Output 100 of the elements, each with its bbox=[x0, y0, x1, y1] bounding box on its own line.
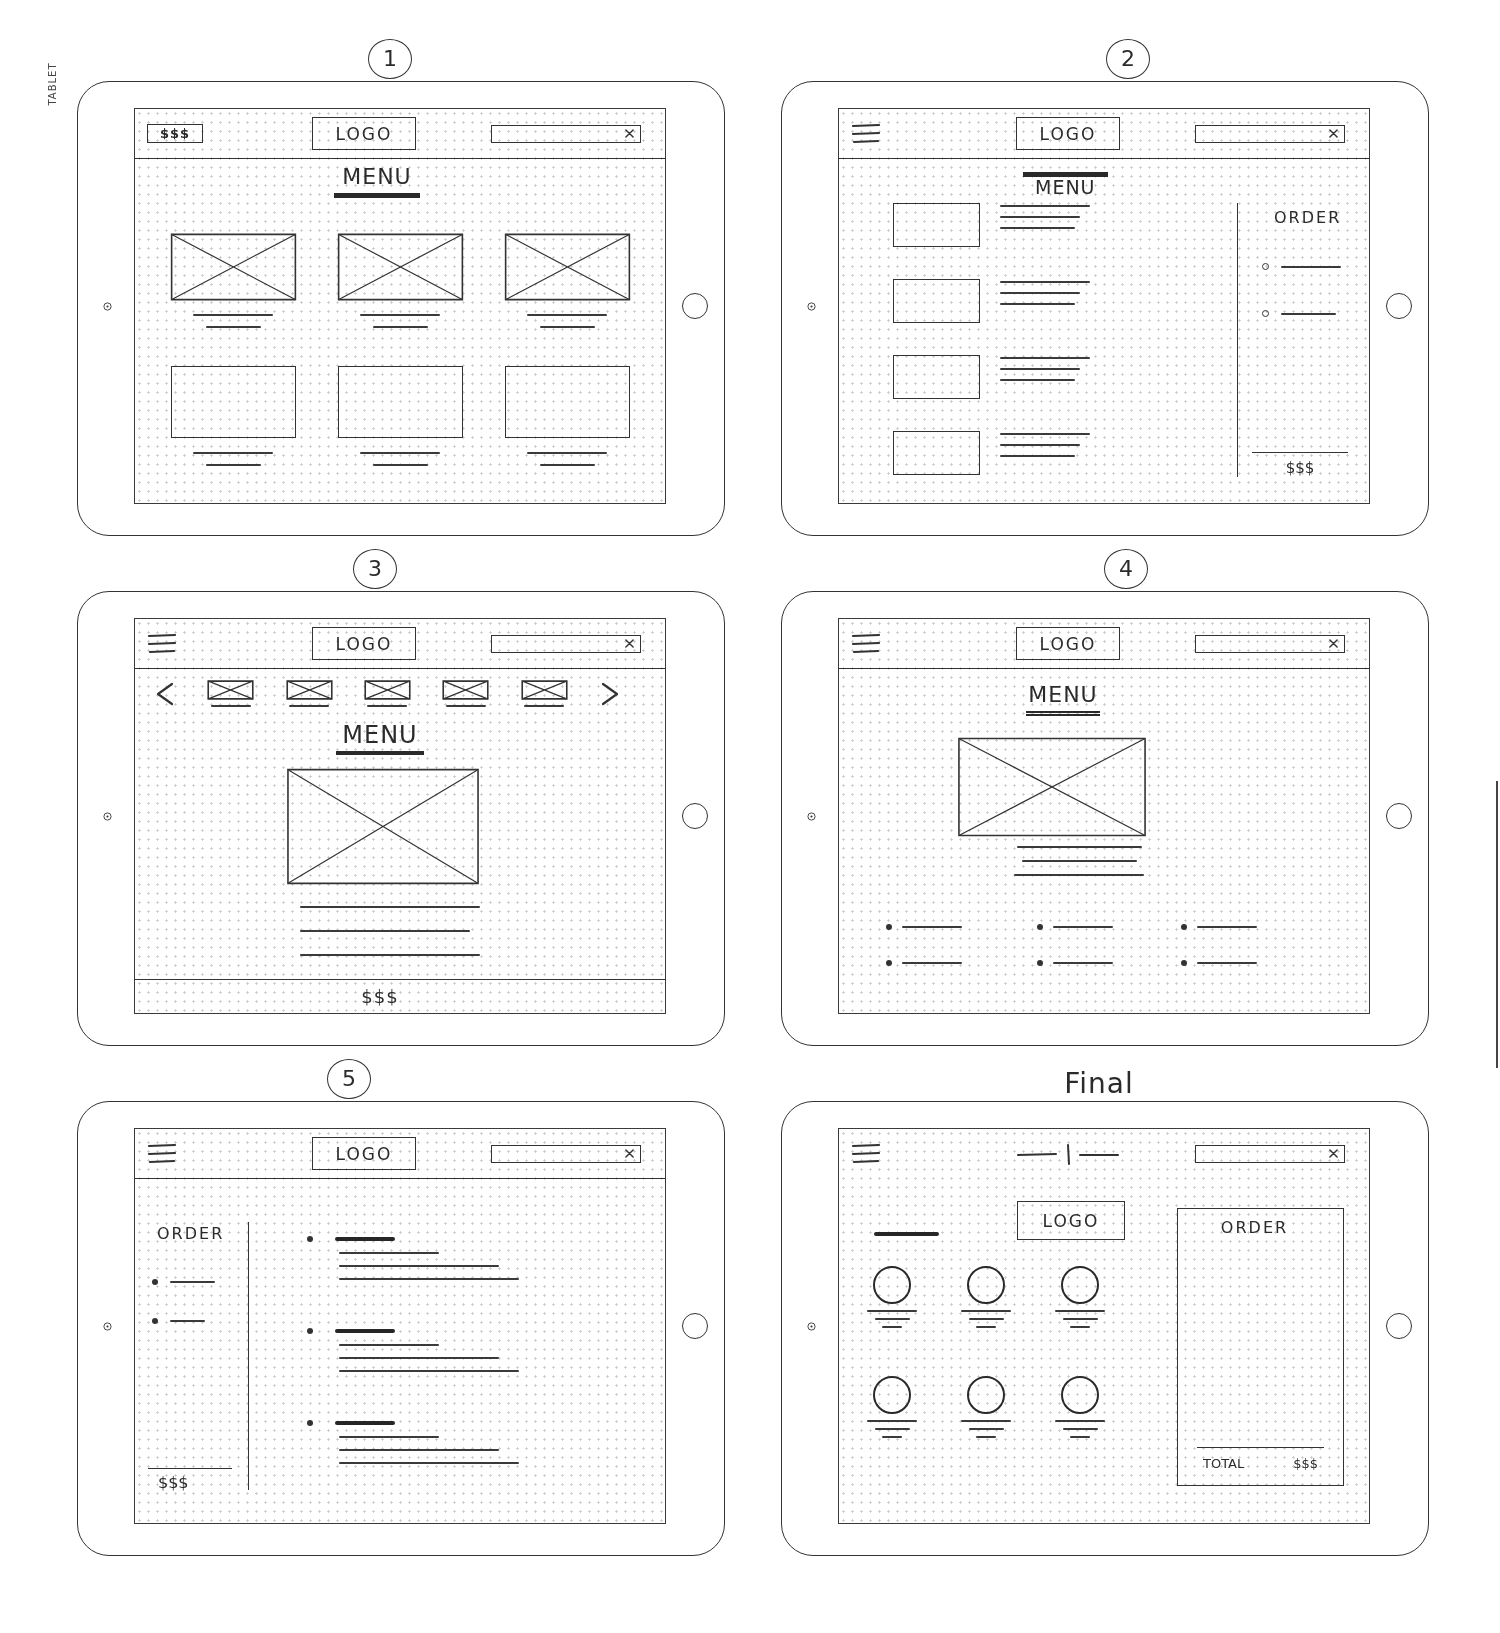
circle-placeholder bbox=[967, 1376, 1005, 1414]
placeholder-line bbox=[1281, 312, 1336, 315]
menu-icon bbox=[851, 632, 881, 655]
close-icon bbox=[625, 639, 634, 648]
price-text: $$$ bbox=[160, 126, 191, 141]
heading-placeholder-line bbox=[335, 1329, 395, 1333]
placeholder-line bbox=[867, 1420, 917, 1422]
placeholder-line bbox=[445, 705, 486, 707]
bullet-icon bbox=[152, 1279, 158, 1285]
placeholder-line bbox=[1053, 926, 1113, 928]
placeholder-line bbox=[1281, 265, 1341, 268]
circle-placeholder bbox=[967, 1266, 1005, 1304]
placeholder-line bbox=[1197, 926, 1257, 928]
logo-text: LOGO bbox=[1042, 1210, 1100, 1231]
logo-text: LOGO bbox=[335, 123, 393, 144]
logo-text: LOGO bbox=[1039, 633, 1097, 654]
page-label: TABLET bbox=[46, 62, 59, 106]
camera-icon bbox=[807, 1321, 816, 1331]
circle-placeholder bbox=[1061, 1376, 1099, 1414]
placeholder-line bbox=[210, 705, 251, 707]
price-total: $$$ bbox=[361, 986, 399, 1007]
image-placeholder bbox=[365, 681, 410, 699]
placeholder-line bbox=[539, 464, 595, 466]
placeholder-line bbox=[170, 1320, 205, 1322]
close-icon bbox=[1329, 129, 1338, 138]
camera-icon bbox=[103, 301, 112, 311]
placeholder-line bbox=[367, 705, 408, 707]
placeholder-line bbox=[1062, 1318, 1098, 1320]
menu-icon bbox=[851, 122, 881, 145]
placeholder-line bbox=[961, 1420, 1011, 1422]
sketch-title: Final bbox=[1064, 1067, 1134, 1100]
placeholder-line bbox=[902, 962, 962, 964]
menu-icon bbox=[851, 1142, 881, 1165]
placeholder-line bbox=[524, 705, 565, 707]
placeholder-line bbox=[205, 326, 261, 328]
placeholder-line bbox=[539, 326, 595, 328]
menu-icon bbox=[147, 632, 177, 655]
placeholder-line bbox=[874, 1428, 910, 1430]
bullet-icon bbox=[1037, 960, 1043, 966]
chevron-right-icon bbox=[599, 682, 620, 706]
bullet-icon bbox=[1181, 960, 1187, 966]
bullet-icon bbox=[886, 960, 892, 966]
placeholder-line bbox=[1062, 1428, 1098, 1430]
logo-text: LOGO bbox=[1039, 123, 1097, 144]
placeholder-line bbox=[289, 705, 330, 707]
close-icon bbox=[1329, 1149, 1338, 1158]
image-placeholder bbox=[443, 681, 489, 699]
bullet-icon bbox=[1181, 924, 1187, 930]
bullet-icon bbox=[307, 1328, 313, 1334]
order-heading: ORDER bbox=[157, 1225, 226, 1243]
placeholder-line bbox=[1053, 962, 1113, 964]
placeholder-line bbox=[1055, 1310, 1105, 1312]
logo-text: LOGO bbox=[335, 1143, 393, 1164]
placeholder-line bbox=[1055, 1420, 1105, 1422]
nav-divider-icon bbox=[1016, 1142, 1120, 1165]
order-heading: ORDER bbox=[1220, 1219, 1289, 1237]
heading-placeholder-line bbox=[335, 1421, 395, 1425]
image-placeholder bbox=[521, 681, 567, 699]
logo-text: LOGO bbox=[335, 633, 393, 654]
camera-icon bbox=[103, 1321, 112, 1331]
placeholder-line bbox=[867, 1310, 917, 1312]
menu-heading: MENU bbox=[336, 721, 424, 755]
placeholder-line bbox=[1070, 1326, 1090, 1328]
camera-icon bbox=[807, 301, 816, 311]
menu-heading: MENU bbox=[334, 164, 420, 198]
image-placeholder bbox=[286, 681, 332, 699]
circle-placeholder bbox=[1061, 1266, 1099, 1304]
placeholder-line bbox=[372, 326, 428, 328]
menu-heading: MENU bbox=[1026, 682, 1100, 716]
close-icon bbox=[625, 1149, 634, 1158]
image-placeholder bbox=[208, 681, 254, 699]
heading-placeholder-line bbox=[335, 1237, 395, 1241]
close-icon bbox=[625, 129, 634, 138]
heading-placeholder-line bbox=[874, 1232, 939, 1236]
placeholder-line bbox=[968, 1428, 1004, 1430]
total-amount: $$$ bbox=[1293, 1456, 1318, 1471]
placeholder-line bbox=[902, 926, 962, 928]
placeholder-line bbox=[205, 464, 261, 466]
bullet-icon bbox=[152, 1318, 158, 1324]
total-label: TOTAL bbox=[1203, 1456, 1245, 1471]
placeholder-line bbox=[961, 1310, 1011, 1312]
placeholder-line bbox=[1197, 962, 1257, 964]
close-icon bbox=[1329, 639, 1338, 648]
circle-placeholder bbox=[873, 1376, 911, 1414]
placeholder-line bbox=[976, 1326, 996, 1328]
placeholder-line bbox=[968, 1318, 1004, 1320]
circle-placeholder bbox=[873, 1266, 911, 1304]
order-heading: ORDER bbox=[1274, 209, 1343, 227]
placeholder-line bbox=[882, 1436, 902, 1438]
menu-heading: MENU bbox=[1023, 172, 1108, 197]
placeholder-line bbox=[976, 1436, 996, 1438]
chevron-left-icon bbox=[155, 682, 175, 706]
bullet-icon bbox=[886, 924, 892, 930]
placeholder-line bbox=[1070, 1436, 1090, 1438]
placeholder-line bbox=[874, 1318, 910, 1320]
order-total: $$$ bbox=[148, 1468, 232, 1492]
bullet-icon bbox=[307, 1420, 313, 1426]
order-total: $$$ bbox=[1252, 452, 1348, 477]
placeholder-line bbox=[170, 1281, 215, 1283]
menu-icon bbox=[147, 1142, 177, 1165]
